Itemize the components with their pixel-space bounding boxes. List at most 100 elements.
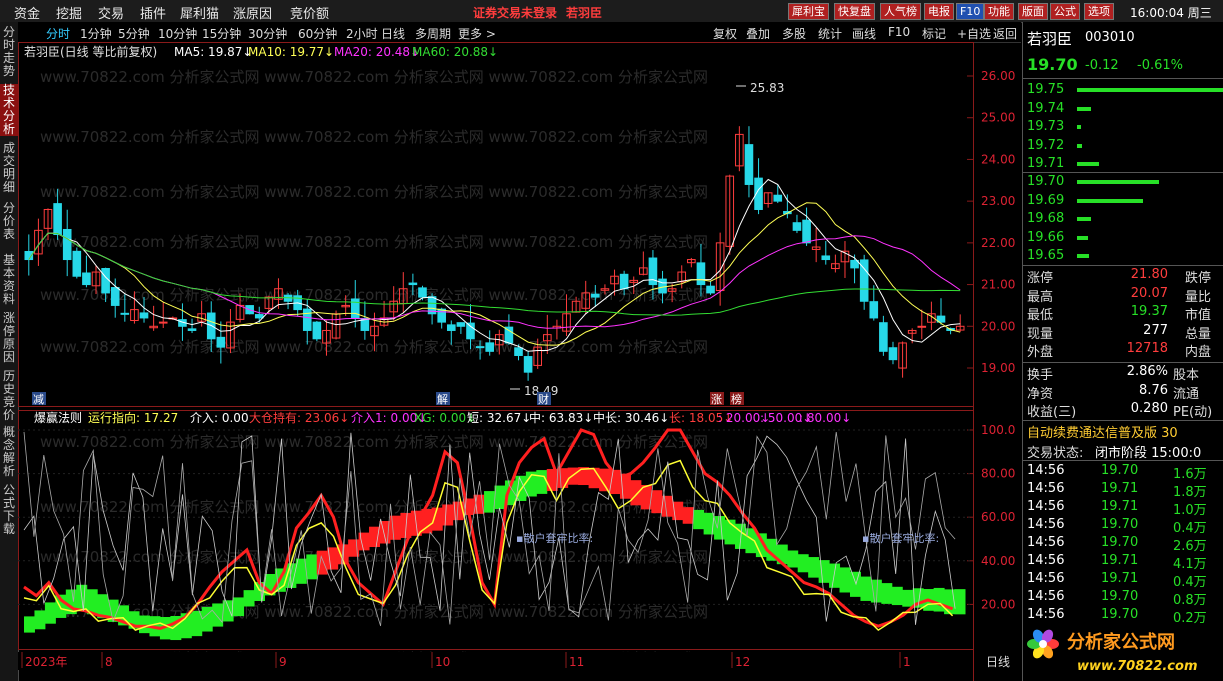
chart-tool-button[interactable]: 返回 (993, 25, 1017, 42)
side-tab[interactable]: 分价表 (0, 202, 18, 248)
period-item[interactable]: 2小时 (346, 25, 378, 42)
candle-body (216, 336, 226, 348)
menu-item[interactable]: 交易 (98, 3, 124, 22)
candle-body (456, 322, 466, 327)
indicator-legend: : 80.00↓ (799, 411, 851, 425)
indicator-band (839, 567, 851, 593)
toolbar-tag[interactable]: 公式 (1050, 3, 1080, 20)
period-item[interactable]: 10分钟 (158, 25, 197, 42)
candle-body (139, 312, 149, 319)
period-item[interactable]: 60分钟 (298, 25, 337, 42)
stat-label: 涨停 (1027, 271, 1054, 286)
menu-item[interactable]: 犀利猫 (180, 3, 219, 22)
period-item[interactable]: 1分钟 (80, 25, 112, 42)
ma-line (28, 202, 961, 346)
chart-tool-button[interactable]: 叠加 (746, 25, 770, 42)
candle-body (120, 312, 130, 315)
indicator-band (536, 470, 548, 494)
tick-time: 14:56 (1027, 571, 1065, 586)
candle-body (302, 308, 312, 331)
side-tab[interactable]: 历史竞价 (0, 370, 18, 422)
menu-item[interactable]: 挖掘 (56, 3, 82, 22)
date-tick-label: 1 (903, 655, 911, 669)
indicator-tick-label: 80.00 (981, 467, 1015, 481)
chart-tool-button[interactable]: 多股 (782, 25, 806, 42)
indicator-band (484, 491, 495, 513)
ask-volume-bar (1077, 106, 1091, 111)
candle-body (53, 203, 62, 236)
menu-item[interactable]: 资金 (14, 3, 40, 22)
price-tick-label: 19.00 (981, 361, 1015, 375)
date-tick-label: 8 (105, 655, 113, 669)
indicator-tick-label: 60.00 (981, 510, 1015, 524)
side-tab[interactable]: 基本资料 (0, 254, 18, 306)
period-item[interactable]: 15分钟 (202, 25, 241, 42)
menu-bar: 资金 挖掘 交易 插件 犀利猫 涨原因 竞价额 证券交易未登录 若羽臣 犀利宝 快复盘 人气榜 电报 F1… (0, 0, 1223, 23)
logo-text: 分析家公式网 (1067, 631, 1175, 653)
toolbar-tag[interactable]: 选项 (1084, 3, 1114, 20)
candle-body (514, 347, 523, 356)
indicator-band (933, 587, 945, 612)
bid-price: 19.66 (1027, 229, 1065, 245)
chart-tool-button[interactable]: 复权 (713, 25, 737, 42)
indicator-band (212, 603, 224, 627)
period-item[interactable]: 日线 (381, 25, 405, 42)
chart-tool-button[interactable]: F10 (888, 25, 910, 39)
ask-price: 19.73 (1027, 119, 1065, 134)
menu-item[interactable]: 涨原因 (233, 3, 272, 22)
divider (1023, 265, 1223, 266)
stat-label: 现量 (1027, 326, 1054, 342)
candle-body (504, 326, 514, 344)
toolbar-tag[interactable]: 功能 (984, 3, 1014, 20)
tick-volume: 2.6万 (1173, 539, 1207, 554)
indicator-legend: 大仓持有: 23.06↓ (249, 410, 349, 425)
side-tab[interactable]: 成交明细 (0, 142, 18, 194)
candle-body (802, 219, 811, 244)
price-tick-label: 22.00 (981, 236, 1015, 250)
stock-change: -0.12 (1085, 58, 1119, 73)
indicator-legend: 运行指向: 17.27 (88, 410, 178, 425)
stat-label-2: 跌停 (1185, 271, 1212, 286)
side-tab[interactable]: 分时走势 (0, 26, 18, 78)
stat-value: 12718 (1126, 341, 1168, 356)
retail-label-2: ▪散户套牢比率: (862, 531, 939, 545)
toolbar-tag[interactable]: F10 (956, 3, 985, 20)
tick-price: 19.70 (1101, 463, 1139, 478)
chart-tool-button[interactable]: 标记 (922, 25, 946, 42)
period-item[interactable]: 分时 (46, 25, 70, 42)
side-tab[interactable]: 涨停原因 (0, 312, 18, 364)
toolbar-tag[interactable]: 犀利宝 (788, 3, 829, 20)
stat-value: 21.80 (1130, 267, 1168, 282)
chart-area[interactable]: www.70822.com 分析家公式网 www.70822.com 分析家公式… (18, 42, 1022, 681)
chart-tool-button[interactable]: +自选 (957, 25, 991, 42)
period-item[interactable]: 30分钟 (248, 25, 287, 42)
side-tab[interactable]: 公式下载 (0, 484, 18, 536)
toolbar-tag[interactable]: 人气榜 (880, 3, 921, 20)
ask-price: 19.74 (1027, 100, 1065, 116)
side-tab[interactable]: 技术分析 (0, 84, 18, 136)
period-item[interactable]: 更多 > (458, 25, 496, 42)
period-item[interactable]: 5分钟 (118, 25, 150, 42)
indicator-band (693, 509, 705, 530)
period-item[interactable]: 多周期 (415, 25, 451, 42)
toolbar-tag[interactable]: 电报 (924, 3, 954, 20)
chart-tool-button[interactable]: 统计 (818, 25, 842, 42)
retail-label: ▪散户套牢比率: (516, 531, 593, 545)
indicator-legend: 介入: 0.00 (190, 411, 249, 425)
price-tick-label: 25.00 (981, 111, 1015, 125)
tick-volume: 1.8万 (1173, 485, 1207, 500)
menu-item[interactable]: 插件 (140, 3, 166, 22)
tick-volume: 0.4万 (1173, 521, 1207, 536)
toolbar-tag[interactable]: 版面 (1018, 3, 1048, 20)
indicator-band (306, 554, 318, 580)
menu-item[interactable]: 竞价额 (290, 3, 329, 22)
side-tab[interactable]: 概念解析 (0, 426, 18, 478)
chart-tool-button[interactable]: 画线 (852, 25, 876, 42)
toolbar-tag[interactable]: 快复盘 (834, 3, 875, 20)
tick-price: 19.71 (1101, 571, 1139, 586)
ask-volume-bar (1077, 143, 1082, 148)
indicator-band (243, 590, 255, 607)
marquee[interactable]: 自动续费通达信普及版 30 (1027, 422, 1178, 441)
indicator-band (44, 602, 56, 624)
indicator-band (849, 571, 861, 597)
